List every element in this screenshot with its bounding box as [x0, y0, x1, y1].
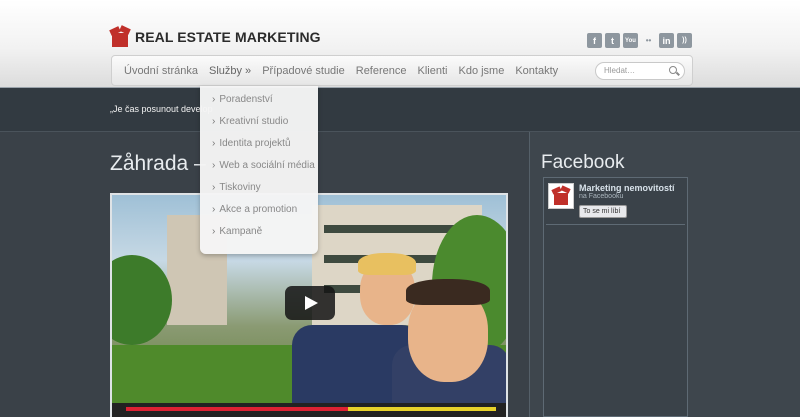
video-controls[interactable] — [112, 403, 506, 417]
nav-item-home[interactable]: Úvodní stránka — [124, 65, 198, 77]
page-title: Zåhrada – — [110, 152, 206, 175]
gift-box-logo-icon — [109, 25, 132, 48]
dropdown-item-web-social[interactable]: Web a sociální média — [212, 160, 314, 171]
nav-item-case-studies[interactable]: Případové studie — [262, 65, 345, 77]
linkedin-icon[interactable]: in — [659, 33, 674, 48]
tagline: „Je čas posunout develop — [110, 104, 213, 114]
like-button-label: To se mi líbí — [583, 208, 621, 215]
main-nav: Úvodní stránka Služby » Případové studie… — [111, 55, 693, 86]
facebook-icon[interactable]: f — [587, 33, 602, 48]
video-frame-adult-hair — [406, 279, 490, 305]
progress-bar[interactable] — [126, 407, 496, 411]
nav-item-services[interactable]: Služby » — [209, 65, 251, 77]
youtube-icon[interactable]: You — [623, 33, 638, 48]
site-logo[interactable]: REAL ESTATE MARKETING — [109, 25, 321, 48]
play-button[interactable] — [285, 286, 335, 320]
dropdown-item-consulting[interactable]: Poradenství — [212, 94, 272, 105]
dropdown-item-events[interactable]: Akce a promotion — [212, 204, 297, 215]
nav-item-references[interactable]: Reference — [356, 65, 407, 77]
nav-item-about[interactable]: Kdo jsme — [458, 65, 504, 77]
dropdown-item-print[interactable]: Tiskoviny — [212, 182, 260, 193]
sidebar-title: Facebook — [541, 152, 625, 173]
search-icon[interactable] — [669, 66, 677, 74]
nav-item-contacts[interactable]: Kontakty — [515, 65, 558, 77]
dropdown-item-campaigns[interactable]: Kampaně — [212, 226, 262, 237]
nav-item-clients[interactable]: Klienti — [418, 65, 448, 77]
video-frame-child-hair — [358, 253, 416, 275]
rss-icon[interactable]: )) — [677, 33, 692, 48]
twitter-icon[interactable]: t — [605, 33, 620, 48]
facebook-subtitle: na Facebooku — [579, 193, 624, 200]
dropdown-item-project-identity[interactable]: Identita projektů — [212, 138, 290, 149]
divider — [546, 224, 685, 225]
facebook-page-avatar[interactable] — [548, 183, 574, 209]
video-frame-tree — [112, 255, 172, 345]
like-button[interactable]: To se mi líbí — [579, 205, 627, 218]
services-dropdown: Poradenství Kreativní studio Identita pr… — [200, 86, 318, 254]
logo-text: REAL ESTATE MARKETING — [135, 29, 321, 45]
search-placeholder: Hledat… — [604, 66, 636, 75]
facebook-page-name[interactable]: Marketing nemovitostí — [579, 183, 675, 193]
social-icons: f t You •• in )) — [587, 33, 692, 48]
flickr-icon[interactable]: •• — [641, 33, 656, 48]
search-input[interactable]: Hledat… — [595, 62, 685, 80]
dropdown-item-creative-studio[interactable]: Kreativní studio — [212, 116, 288, 127]
